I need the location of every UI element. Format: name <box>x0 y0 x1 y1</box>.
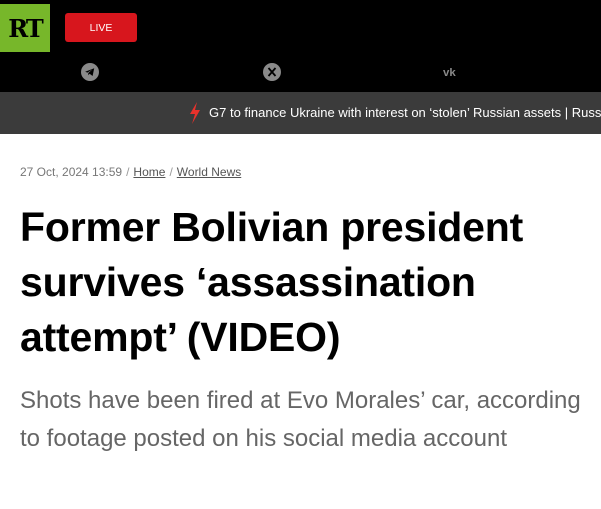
rt-logo[interactable]: RT <box>0 4 50 52</box>
telegram-icon[interactable] <box>81 63 99 81</box>
logo-text: RT <box>8 13 43 43</box>
svg-text:vk: vk <box>443 67 456 79</box>
breadcrumb-world-news[interactable]: World News <box>177 165 241 179</box>
breadcrumb-separator: / <box>126 165 130 179</box>
lightning-icon <box>190 102 200 124</box>
breadcrumb-home[interactable]: Home <box>133 165 165 179</box>
top-bar: RT LIVE vk <box>0 0 601 92</box>
publish-datetime: 27 Oct, 2024 13:59 <box>20 165 123 179</box>
article-title: Former Bolivian president survives ‘assa… <box>20 204 524 360</box>
news-ticker[interactable]: G7 to finance Ukraine with interest on ‘… <box>0 92 601 134</box>
article-summary: Shots have been fired at Evo Morales’ ca… <box>20 387 581 452</box>
ticker-headline[interactable]: G7 to finance Ukraine with interest on ‘… <box>209 105 601 120</box>
x-icon[interactable] <box>263 63 281 81</box>
article-meta: 27 Oct, 2024 13:59/Home / World News <box>20 165 241 179</box>
vk-icon[interactable]: vk <box>443 63 461 81</box>
live-button[interactable]: LIVE <box>65 13 137 42</box>
breadcrumb-separator: / <box>169 165 173 179</box>
